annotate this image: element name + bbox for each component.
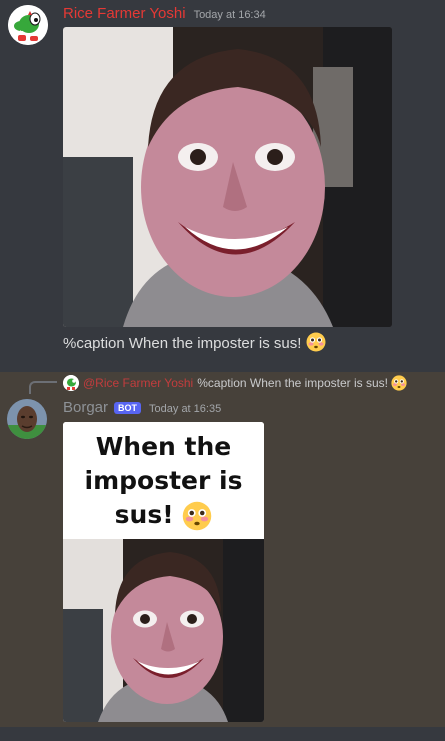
flushed-face-emoji <box>182 501 212 531</box>
reply-username[interactable]: @Rice Farmer Yoshi <box>83 376 193 390</box>
message-header: Borgar BOT Today at 16:35 <box>63 399 221 416</box>
reply-connector <box>29 381 57 394</box>
grinning-face-photo <box>63 539 264 722</box>
reply-preview[interactable]: @Rice Farmer Yoshi %caption When the imp… <box>63 375 407 391</box>
reply-content: %caption When the imposter is sus! <box>197 376 388 390</box>
timestamp: Today at 16:34 <box>193 9 266 21</box>
borgar-avatar-icon[interactable] <box>7 399 47 439</box>
username[interactable]: Borgar <box>63 399 108 416</box>
username[interactable]: Rice Farmer Yoshi <box>63 5 186 22</box>
attachment-image[interactable] <box>63 27 392 327</box>
flushed-face-emoji <box>391 375 407 391</box>
message-header: Rice Farmer Yoshi Today at 16:34 <box>63 5 266 22</box>
yoshi-avatar-icon[interactable] <box>8 5 48 45</box>
message-text: %caption When the imposter is sus! <box>63 334 302 352</box>
message-content: %caption When the imposter is sus! <box>63 332 326 354</box>
captioned-image-attachment[interactable]: When the imposter is sus! <box>63 422 264 722</box>
grinning-face-photo <box>63 27 392 327</box>
captioned-photo <box>63 539 264 722</box>
yoshi-reply-avatar-icon <box>63 375 79 391</box>
bot-badge: BOT <box>114 402 142 414</box>
timestamp: Today at 16:35 <box>149 403 222 415</box>
caption-text: When the imposter is sus! <box>84 431 243 529</box>
flushed-face-emoji <box>306 332 326 352</box>
caption-banner: When the imposter is sus! <box>63 422 264 539</box>
chat-bottom-spacer <box>0 727 445 741</box>
message-rice-farmer-yoshi: Rice Farmer Yoshi Today at 16:34 %captio… <box>0 0 445 370</box>
